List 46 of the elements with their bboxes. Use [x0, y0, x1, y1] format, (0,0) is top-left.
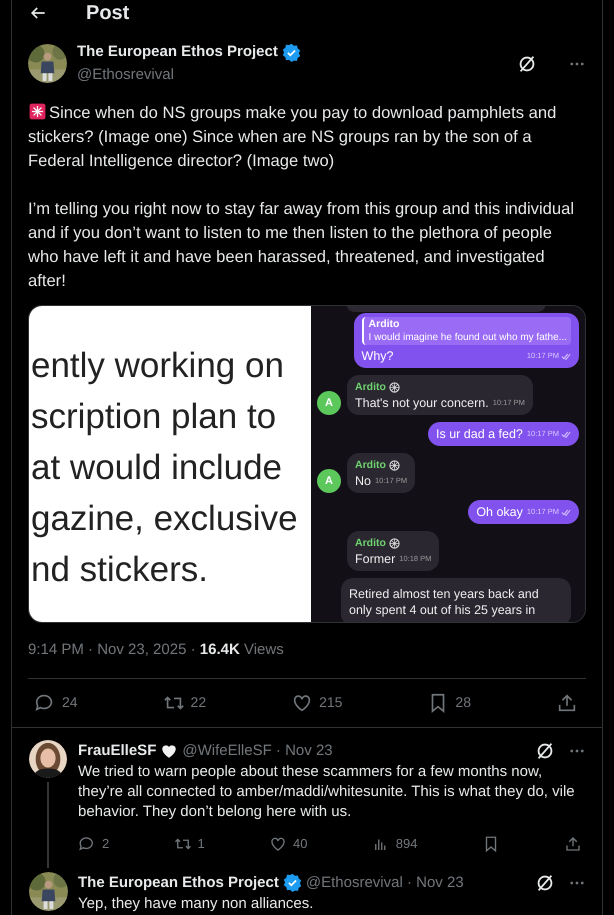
screenshot-text: scription plan to	[30, 396, 278, 438]
page-title: Post	[86, 1, 130, 26]
reply-icon	[78, 834, 96, 853]
repost-button[interactable]: 1	[174, 834, 205, 854]
author-name[interactable]: The European Ethos Project	[78, 872, 279, 894]
message-text: No	[355, 473, 371, 489]
author-name[interactable]: The European Ethos Project	[77, 41, 278, 64]
heart-button[interactable]: 215	[291, 692, 342, 714]
avatar-initial: A	[317, 391, 341, 415]
reply-meta: @WifeElleSF · Nov 23	[182, 740, 333, 760]
message-text: That's not your concern.	[355, 395, 489, 411]
reply-text: Yep, they have many non alliances.	[78, 894, 314, 914]
bookmark-button[interactable]: 28	[427, 692, 471, 714]
avatar-initial: A	[317, 469, 341, 493]
message-text: Oh okay	[476, 504, 523, 520]
message-text: Why?	[362, 348, 394, 364]
share-icon	[564, 834, 582, 853]
screenshot-text: nd stickers.	[30, 548, 209, 590]
message-text: Is ur dad a fed?	[436, 426, 523, 442]
post-timestamp: 9:14 PM · Nov 23, 2025 · 16.4K Views	[27, 640, 285, 660]
quote-sender: Ardito	[368, 318, 400, 331]
message-text: Retired almost ten years back and only spent 4 out of his 25 years in	[349, 586, 540, 618]
author-handle[interactable]: @Ethosrevival	[77, 64, 506, 86]
post-text: Since when do NS groups make you pay to download pamphlets and stickers? (Image one) Since when are NS groups ran by the son of a Federal Intelligence director? (Image two)	[28, 101, 558, 172]
sender-name: Ardito	[355, 458, 386, 473]
screenshot-text: ently working on	[30, 344, 285, 386]
reply-text: We tried to warn people about these scammers for a few months now, they’re all connected to amber/maddi/whitesunite. This is what they do, vile behavior. They don’t belong here with us.	[78, 762, 576, 822]
screenshot-text: at would include	[30, 446, 283, 488]
heart-icon	[269, 834, 287, 853]
sender-name: Ardito	[355, 380, 386, 395]
emblem-icon	[388, 460, 400, 470]
siren-icon	[28, 102, 47, 121]
reply-meta: @Ethosrevival · Nov 23	[306, 872, 464, 892]
screenshot-text: gazine, exclusive	[30, 498, 299, 540]
heart-button[interactable]: 40	[269, 834, 308, 854]
repost-button[interactable]: 22	[162, 692, 206, 714]
emblem-icon	[388, 382, 400, 392]
reply-button[interactable]: 2	[78, 834, 110, 854]
author-name[interactable]: FrauElleSF	[78, 740, 156, 762]
sender-name: Ardito	[355, 536, 386, 551]
reply-button[interactable]: 24	[34, 692, 78, 714]
bar-chart-button[interactable]: 894	[372, 834, 418, 854]
post-text: I’m telling you right now to stay far away from this group and this individual and if you don’t want to listen to me then listen to the plethora of people who have left it and have been harassed, threatened, and investigated after!	[28, 198, 576, 292]
message-text: Former	[355, 551, 396, 567]
quote-text: I would imagine he found out who my fathe...	[368, 331, 567, 344]
emblem-icon	[388, 538, 400, 548]
